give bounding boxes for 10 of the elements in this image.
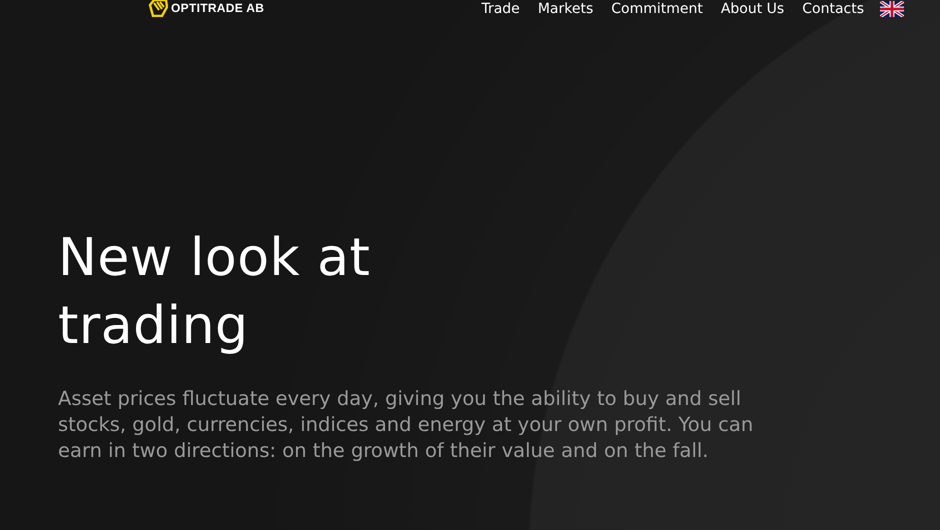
hero-text: Asset prices fluctuate every day, giving you the ability to buy and sell stocks, gold, currencies, indices and energy at your own profit. You can earn in two directions: on the growth of their value and on the fall.: [58, 386, 754, 464]
nav-link[interactable]: Commitment: [611, 0, 703, 18]
nav-link[interactable]: About Us: [720, 0, 784, 18]
nav-link[interactable]: Contacts: [802, 0, 864, 18]
nav-link[interactable]: Markets: [538, 0, 594, 18]
logo-text[interactable]: OPTITRADE AB: [171, 1, 264, 15]
nav-link[interactable]: Trade: [481, 0, 520, 18]
hero-title: New look at trading: [58, 227, 372, 358]
logo-icon: [148, 0, 168, 17]
flag-icon[interactable]: [880, 1, 904, 17]
